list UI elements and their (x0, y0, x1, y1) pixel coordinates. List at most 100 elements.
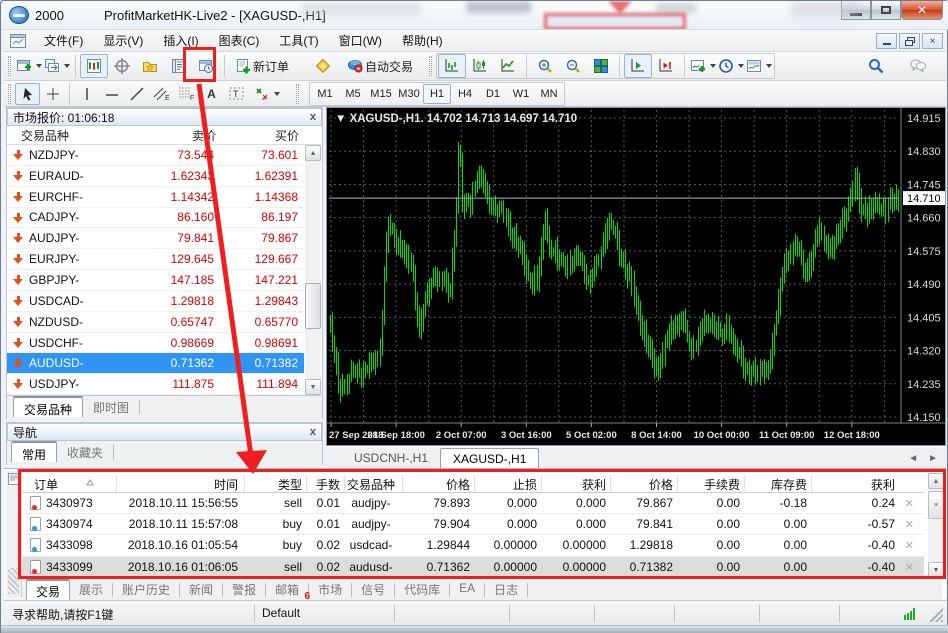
terminal-tab-7[interactable]: 市场 (309, 579, 351, 600)
tile-windows-button[interactable] (587, 54, 615, 78)
market-watch-button[interactable] (80, 54, 108, 78)
menu-item[interactable]: 显示(V) (93, 29, 153, 52)
text-label-button[interactable]: T (224, 83, 249, 105)
new-chart-button[interactable] (15, 54, 43, 78)
market-watch-row[interactable]: CADJPY- 86.160 86.197 (7, 208, 304, 229)
mdi-restore-button[interactable] (899, 33, 920, 49)
timeframe-m30-button[interactable]: M30 (395, 84, 423, 104)
navigator-close-icon[interactable]: x (310, 426, 316, 438)
market-watch-scrollbar[interactable]: ▲ ▼ (305, 145, 321, 395)
fibonacci-button[interactable]: F (174, 83, 199, 105)
market-watch-close-icon[interactable]: x (310, 111, 316, 123)
timeframe-d1-button[interactable]: D1 (479, 84, 507, 104)
col-symbol[interactable]: 交易品种 (21, 127, 69, 144)
chart-candles-button[interactable] (466, 54, 494, 78)
chart-bars-button[interactable] (438, 54, 467, 78)
menu-item[interactable]: 工具(T) (269, 29, 328, 52)
market-watch-row[interactable]: EURJPY- 129.645 129.667 (7, 249, 304, 271)
market-watch-row[interactable]: USDCHF- 0.98669 0.98691 (7, 333, 304, 354)
menu-item[interactable]: 窗口(W) (329, 29, 392, 52)
dropdown-arrow-icon[interactable] (738, 64, 745, 68)
terminal-tab-1[interactable]: 交易 (26, 579, 71, 600)
col-bid[interactable]: 卖价 (192, 127, 216, 144)
market-watch-tab-1[interactable]: 交易品种 (13, 396, 84, 417)
resize-grip[interactable] (929, 608, 943, 622)
dropdown-arrow-icon[interactable] (64, 64, 70, 68)
vertical-line-button[interactable] (74, 83, 99, 105)
window-maximize-button[interactable] (871, 1, 901, 20)
terminal-tab-8[interactable]: 信号 (352, 579, 394, 600)
chart-line-button[interactable] (494, 54, 522, 78)
timeframe-m15-button[interactable]: M15 (367, 84, 395, 104)
navigator-button[interactable] (136, 54, 164, 78)
market-watch-row[interactable]: NZDUSD- 0.65747 0.65770 (7, 312, 304, 333)
timeframe-mn-button[interactable]: MN (535, 84, 563, 104)
new-order-button[interactable]: 新订单 (229, 54, 295, 78)
auto-scroll-button[interactable] (624, 54, 653, 78)
chat-button[interactable] (904, 54, 932, 78)
terminal-tab-6[interactable]: 邮箱 6 (266, 579, 310, 602)
menu-item[interactable]: 帮助(H) (392, 29, 453, 52)
equidistant-channel-button[interactable]: E (149, 83, 174, 105)
mdi-close-button[interactable]: × (922, 33, 943, 49)
dropdown-arrow-icon[interactable] (710, 64, 717, 68)
timeframe-m5-button[interactable]: M5 (339, 84, 367, 104)
terminal-tab-3[interactable]: 账户历史 (113, 579, 179, 600)
search-button[interactable] (862, 54, 890, 78)
crosshair-button[interactable] (40, 83, 65, 105)
terminal-tab-5[interactable]: 警报 (223, 579, 265, 600)
scrollbar-thumb[interactable] (305, 283, 321, 329)
cursor-button[interactable] (15, 82, 40, 105)
zoom-out-button[interactable] (559, 54, 587, 78)
menu-item[interactable]: 文件(F) (34, 29, 93, 52)
chart-tab-1[interactable]: USDCNH-,H1 (342, 448, 440, 468)
autotrading-button[interactable]: 自动交易 (341, 54, 419, 78)
status-profile[interactable]: Default (262, 606, 300, 620)
chart-tabs-scroll-right-icon[interactable]: ► (928, 453, 938, 464)
market-watch-row[interactable]: AUDJPY- 79.841 79.867 (7, 228, 304, 250)
mdi-minimize-button[interactable] (876, 33, 897, 49)
dropdown-arrow-icon[interactable] (766, 64, 773, 68)
timeframe-w1-button[interactable]: W1 (507, 84, 535, 104)
market-watch-row[interactable]: USDJPY- 111.875 111.894 (7, 374, 304, 396)
menu-item[interactable]: 图表(C) (209, 29, 270, 52)
market-watch-tab-2[interactable]: 即时图 (83, 396, 139, 417)
market-watch-row[interactable]: USDCAD- 1.29818 1.29843 (7, 291, 304, 312)
horizontal-line-button[interactable] (99, 83, 124, 105)
periods-button[interactable] (717, 54, 745, 78)
metaeditor-button[interactable] (309, 54, 337, 78)
dropdown-arrow-icon[interactable] (36, 64, 42, 68)
market-watch-row[interactable]: EURAUD- 1.62343 1.62391 (7, 166, 304, 187)
chart-tabs-scroll-left-icon[interactable]: ◄ (908, 453, 918, 464)
navigator-tab-2[interactable]: 收藏夹 (57, 441, 113, 462)
chart-tab-2[interactable]: XAGUSD-,H1 (440, 448, 540, 468)
timeframe-m1-button[interactable]: M1 (311, 84, 339, 104)
terminal-tab-2[interactable]: 展示 (70, 579, 112, 600)
text-button[interactable]: A (199, 83, 224, 105)
templates-button[interactable] (745, 54, 773, 78)
market-watch-row[interactable]: NZDJPY- 73.544 73.601 (7, 145, 304, 166)
zoom-in-button[interactable] (531, 54, 559, 78)
timeframe-h4-button[interactable]: H4 (451, 84, 479, 104)
chart-shift-button[interactable] (652, 54, 680, 78)
market-watch-row[interactable]: GBPJPY- 147.185 147.221 (7, 270, 304, 291)
col-ask[interactable]: 买价 (275, 127, 299, 144)
trendline-button[interactable] (124, 83, 149, 105)
indicators-button[interactable] (689, 54, 717, 78)
timeframe-h1-button[interactable]: H1 (423, 83, 451, 104)
terminal-tab-10[interactable]: EA (450, 579, 484, 600)
chart-window[interactable]: 14.710 14.915 14.830 14.745 14.660 14.575 14.4… (326, 107, 946, 446)
arrows-button[interactable] (249, 83, 274, 105)
terminal-tab-11[interactable]: 日志 (485, 579, 527, 600)
market-watch-row[interactable]: EURCHF- 1.14342 1.14368 (7, 187, 304, 208)
scroll-up-icon[interactable]: ▲ (305, 145, 321, 161)
navigator-tab-1[interactable]: 常用 (11, 441, 58, 462)
profiles-button[interactable] (43, 54, 71, 78)
window-close-button[interactable]: ✕ (901, 1, 943, 20)
market-watch-row[interactable]: AUDUSD- 0.71362 0.71382 (7, 353, 304, 375)
terminal-tab-9[interactable]: 代码库 (395, 579, 449, 600)
terminal-tab-4[interactable]: 新闻 (180, 579, 222, 600)
dropdown-arrow-icon[interactable] (274, 91, 280, 96)
scroll-down-icon[interactable]: ▼ (305, 379, 321, 395)
data-window-button[interactable] (108, 54, 136, 78)
